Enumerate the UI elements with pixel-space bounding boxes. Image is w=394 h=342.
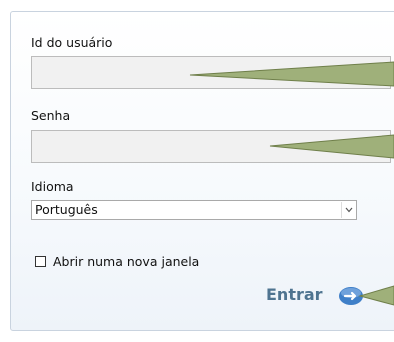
new-window-checkbox[interactable] [35,256,46,267]
chevron-down-icon[interactable] [341,202,355,218]
language-label: Idioma [31,179,74,194]
submit-label: Entrar [266,285,323,304]
new-window-label: Abrir numa nova janela [53,254,200,269]
login-page: Id do usuário Senha Idioma Português Abr… [0,0,394,342]
language-selected-value: Português [35,202,98,217]
submit-button[interactable]: Entrar [266,284,376,308]
password-label: Senha [31,108,71,123]
language-select[interactable]: Português [31,200,357,220]
password-input[interactable] [31,130,391,163]
user-id-label: Id do usuário [31,35,113,50]
user-id-input[interactable] [31,56,391,89]
arrow-circle-icon[interactable] [338,286,364,310]
